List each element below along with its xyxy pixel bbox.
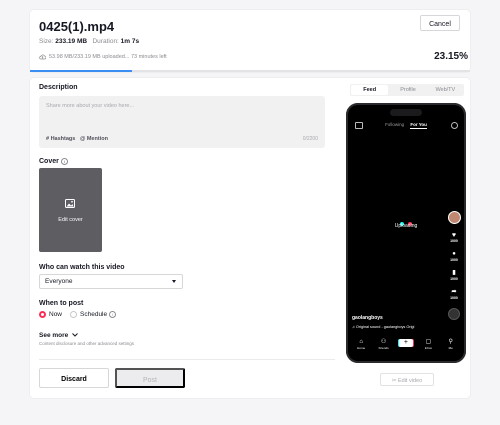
upload-percent: 23.15% [434,51,468,62]
cancel-button[interactable]: Cancel [420,15,460,31]
home-icon: ⌂ [359,339,363,345]
chevron-down-icon [72,333,78,337]
upload-status-row: 53.98 MB/233.19 MB uploaded... 73 minute… [39,54,167,60]
like-action: ♥ 1000 [447,232,461,243]
post-button[interactable]: Post [115,368,185,388]
file-meta: Size: 233.19 MB Duration: 1m 7s [39,38,139,45]
cover-label: Cover [39,158,59,165]
nav-home-label: Home [357,346,366,350]
edit-cover-label: Edit cover [58,217,83,223]
search-icon [451,122,458,129]
size-label: Size: [39,38,54,45]
cover-thumbnail[interactable]: Edit cover [39,168,102,252]
share-action: ➦ 1000 [447,289,461,300]
tab-web-tv[interactable]: Web/TV [427,84,464,96]
nav-inbox: ▢ Inbox [420,339,436,350]
nav-me-label: Me [448,346,453,350]
who-can-watch-label: Who can watch this video [39,264,125,271]
inbox-icon: ▢ [425,339,432,345]
see-more-label: See more [39,332,69,339]
form-divider [39,359,335,360]
duration-label: Duration: [92,38,119,45]
upload-progress-fill [30,70,132,72]
plus-icon [398,338,413,347]
radio-now-label: Now [49,311,63,318]
cover-label-row: Cover i [39,158,68,165]
preview-tabs: Feed Profile Web/TV [350,84,464,96]
like-count: 1000 [450,239,458,243]
comment-count: 1000 [450,258,458,262]
phone-bottom-nav: ⌂ Home ⚇ Friends ▢ Inbox ⚲ Me [346,338,466,355]
privacy-select-value: Everyone [45,278,73,285]
feed-header: Following For You [346,122,466,129]
radio-schedule-label: Schedule [80,311,108,318]
following-label: Following [385,122,405,127]
nav-create [398,338,414,347]
privacy-select[interactable]: Everyone [39,274,183,289]
radio-now[interactable] [39,311,46,318]
bookmark-count: 1000 [450,277,458,281]
see-more-toggle[interactable]: See more [39,332,78,339]
info-icon[interactable]: i [109,311,117,318]
upload-header-card: 0425(1).mp4 Size: 233.19 MB Duration: 1m… [30,10,470,72]
post-form-card: Description Share more about your video … [30,78,470,398]
edit-video-button[interactable]: ✂ Edit video [380,373,434,386]
radio-schedule[interactable] [70,311,78,318]
music-note-icon: ♫ [352,325,355,329]
when-to-post-label: When to post [39,300,84,307]
heart-icon: ♥ [451,232,457,239]
person-icon: ⚲ [448,339,453,345]
caret-down-icon [172,280,176,283]
scissors-icon: ✂ [391,378,397,384]
comment-action: ● 1000 [447,251,461,262]
preview-sound: ♫ Original sound - gaolangboys Origi [352,325,414,329]
upload-progress-bar [30,70,470,72]
preview-sound-text: Original sound - gaolangboys Origi [355,325,415,329]
share-icon: ➦ [451,289,457,295]
hashtags-button[interactable]: # Hashtags [46,136,75,142]
description-input[interactable]: Share more about your video here... # Ha… [39,96,325,148]
description-placeholder: Share more about your video here... [46,103,135,109]
char-counter: 0/2200 [302,136,318,142]
bookmark-icon: ▮ [452,270,456,276]
tab-feed[interactable]: Feed [351,85,389,95]
tab-profile[interactable]: Profile [389,84,426,96]
file-name: 0425(1).mp4 [39,19,115,34]
avatar [447,211,461,224]
cloud-upload-icon [39,54,46,60]
mention-button[interactable]: @ Mention [80,136,108,142]
upload-status-text: 53.98 MB/233.19 MB uploaded... 73 minute… [49,54,167,60]
share-count: 1000 [450,296,458,300]
description-label: Description [39,84,78,91]
nav-friends-label: Friends [378,346,389,350]
image-icon [65,199,75,208]
discard-button[interactable]: Discard [39,368,109,388]
friends-icon: ⚇ [380,339,387,345]
phone-preview: Following For You Uploading ♥ 1000 ● 100… [346,103,466,363]
phone-notch [390,109,422,116]
nav-inbox-label: Inbox [424,346,433,350]
description-tools: # Hashtags @ Mention [46,136,108,142]
nav-friends: ⚇ Friends [376,339,392,350]
nav-home: ⌂ Home [353,339,369,350]
for-you-label: For You [410,122,427,129]
post-timing-options: Now Schedule i [39,311,117,318]
bookmark-action: ▮ 1000 [447,270,461,281]
music-disc-icon [448,308,460,320]
preview-username: gaolangboys [352,315,383,321]
size-value: 233.19 MB [55,38,88,45]
comment-icon: ● [452,251,456,257]
nav-me: ⚲ Me [443,339,459,350]
duration-value: 1m 7s [120,38,140,45]
see-more-subtitle: Content disclosure and other advanced se… [39,341,135,346]
edit-video-label: Edit video [397,378,423,384]
action-rail: ♥ 1000 ● 1000 ▮ 1000 ➦ 1000 [447,211,461,308]
info-icon[interactable]: i [60,158,68,165]
creator-avatar [447,211,461,224]
